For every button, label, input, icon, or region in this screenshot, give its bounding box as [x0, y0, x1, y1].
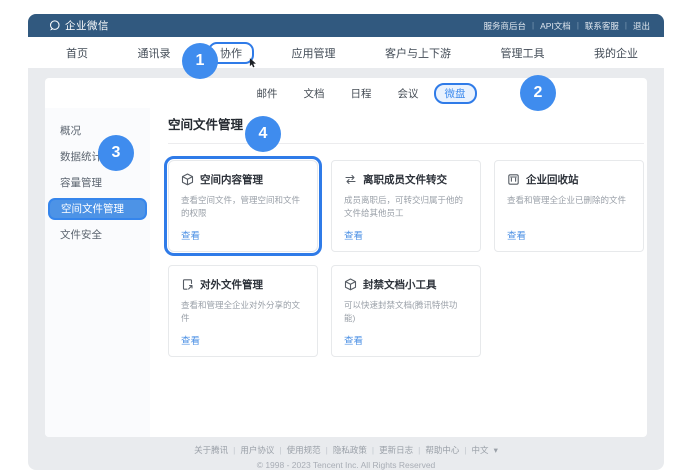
card-title: 离职成员文件转交 [363, 172, 447, 187]
tab-meeting[interactable]: 会议 [398, 86, 419, 101]
nav-item-home[interactable]: 首页 [66, 45, 88, 61]
top-link-service-provider[interactable]: 服务商后台 [484, 20, 527, 32]
nav-item-label: 协作 [220, 48, 242, 60]
footer-link-privacy-policy[interactable]: 隐私政策 [333, 444, 367, 456]
annotation-step-4: 4 [245, 116, 281, 152]
top-link-api-docs[interactable]: API文档 [540, 20, 571, 32]
view-link[interactable]: 查看 [181, 333, 200, 347]
tab-mail[interactable]: 邮件 [257, 86, 278, 101]
separator: | [418, 445, 420, 455]
secondary-tabs: 邮件 文档 日程 会议 微盘 [45, 78, 647, 108]
view-link[interactable]: 查看 [507, 228, 526, 242]
tab-drive[interactable]: 微盘 [434, 83, 477, 104]
card-ban-doc-tool[interactable]: 封禁文档小工具 可以快速封禁文档(腾讯特供功能) 查看 [331, 265, 481, 357]
card-title: 封禁文档小工具 [363, 277, 437, 292]
mouse-cursor-icon [249, 58, 257, 68]
card-external-file-management[interactable]: 对外文件管理 查看和管理全企业对外分享的文件 查看 [168, 265, 318, 357]
footer-link-about[interactable]: 关于腾讯 [194, 444, 228, 456]
card-space-content-management[interactable]: 空间内容管理 查看空间文件，管理空间和文件的权限 查看 [168, 160, 318, 252]
footer-link-user-agreement[interactable]: 用户协议 [240, 444, 274, 456]
card-desc: 查看空间文件，管理空间和文件的权限 [181, 194, 305, 220]
card-desc: 查看和管理全企业已删除的文件 [507, 194, 631, 207]
card-title: 对外文件管理 [200, 277, 263, 292]
card-enterprise-recycle-bin[interactable]: 企业回收站 查看和管理全企业已删除的文件 查看 [494, 160, 644, 252]
top-link-logout[interactable]: 退出 [633, 20, 650, 32]
sidebar-item-file-security[interactable]: 文件安全 [45, 222, 150, 248]
chevron-down-icon[interactable]: ▾ [494, 445, 498, 456]
language-selector[interactable]: 中文 [472, 444, 489, 456]
view-link[interactable]: 查看 [181, 228, 200, 242]
separator: | [279, 445, 281, 455]
wecom-logo-icon [48, 19, 61, 32]
screenshot-canvas: 企业微信 服务商后台 | API文档 | 联系客服 | 退出 首页 通讯录 协作 [0, 0, 692, 474]
card-title: 企业回收站 [526, 172, 579, 187]
footer: 关于腾讯 | 用户协议 | 使用规范 | 隐私政策 | 更新日志 | 帮助中心 … [28, 444, 664, 470]
tab-docs[interactable]: 文档 [304, 86, 325, 101]
recycle-bin-icon [507, 173, 520, 186]
card-desc: 查看和管理全企业对外分享的文件 [181, 299, 305, 325]
separator: | [577, 21, 579, 30]
footer-link-usage-rules[interactable]: 使用规范 [287, 444, 321, 456]
annotation-step-1: 1 [182, 43, 218, 79]
separator: | [233, 445, 235, 455]
nav-item-admin-tools[interactable]: 管理工具 [501, 45, 545, 61]
divider [168, 143, 644, 144]
nav-item-app-management[interactable]: 应用管理 [292, 45, 336, 61]
sidebar-item-capacity[interactable]: 容量管理 [45, 170, 150, 196]
panel-body: 概况 数据统计 容量管理 空间文件管理 文件安全 空间文件管理 [45, 108, 647, 437]
primary-nav: 首页 通讯录 协作 应用管理 客户与上下游 管理工具 我的企业 [28, 37, 664, 68]
sidebar: 概况 数据统计 容量管理 空间文件管理 文件安全 [45, 108, 150, 437]
separator: | [532, 21, 534, 30]
content-panel: 邮件 文档 日程 会议 微盘 概况 数据统计 容量管理 空间文件管理 文件安全 … [45, 78, 647, 437]
footer-link-help-center[interactable]: 帮助中心 [425, 444, 459, 456]
brand-name: 企业微信 [65, 18, 109, 33]
wecom-admin-window: 企业微信 服务商后台 | API文档 | 联系客服 | 退出 首页 通讯录 协作 [28, 14, 664, 470]
top-links: 服务商后台 | API文档 | 联系客服 | 退出 [484, 20, 650, 32]
cube-icon [181, 173, 194, 186]
external-share-icon [181, 278, 194, 291]
separator: | [326, 445, 328, 455]
sidebar-item-overview[interactable]: 概况 [45, 118, 150, 144]
separator: | [625, 21, 627, 30]
card-title: 空间内容管理 [200, 172, 263, 187]
top-header-bar: 企业微信 服务商后台 | API文档 | 联系客服 | 退出 [28, 14, 664, 37]
copyright: © 1998 - 2023 Tencent Inc. All Rights Re… [28, 460, 664, 470]
card-departed-member-handover[interactable]: 离职成员文件转交 成员离职后，可转交归属于他的文件给其他员工 查看 [331, 160, 481, 252]
handover-icon [344, 173, 357, 186]
feature-cards: 空间内容管理 查看空间文件，管理空间和文件的权限 查看 [168, 160, 644, 357]
tab-schedule[interactable]: 日程 [351, 86, 372, 101]
nav-item-customers[interactable]: 客户与上下游 [385, 45, 451, 61]
card-desc: 可以快速封禁文档(腾讯特供功能) [344, 299, 468, 325]
separator: | [464, 445, 466, 455]
top-link-contact-support[interactable]: 联系客服 [585, 20, 619, 32]
annotation-step-3: 3 [98, 135, 134, 171]
main-content: 空间文件管理 空间内容管理 [150, 108, 647, 437]
annotation-step-2: 2 [520, 75, 556, 111]
ban-doc-icon [344, 278, 357, 291]
view-link[interactable]: 查看 [344, 228, 363, 242]
separator: | [372, 445, 374, 455]
nav-item-my-company[interactable]: 我的企业 [594, 45, 638, 61]
page-title: 空间文件管理 [168, 114, 644, 133]
card-desc: 成员离职后，可转交归属于他的文件给其他员工 [344, 194, 468, 220]
brand[interactable]: 企业微信 [48, 18, 109, 33]
footer-link-changelog[interactable]: 更新日志 [379, 444, 413, 456]
nav-item-contacts[interactable]: 通讯录 [138, 45, 171, 61]
view-link[interactable]: 查看 [344, 333, 363, 347]
sidebar-item-space-file-management[interactable]: 空间文件管理 [48, 198, 147, 220]
